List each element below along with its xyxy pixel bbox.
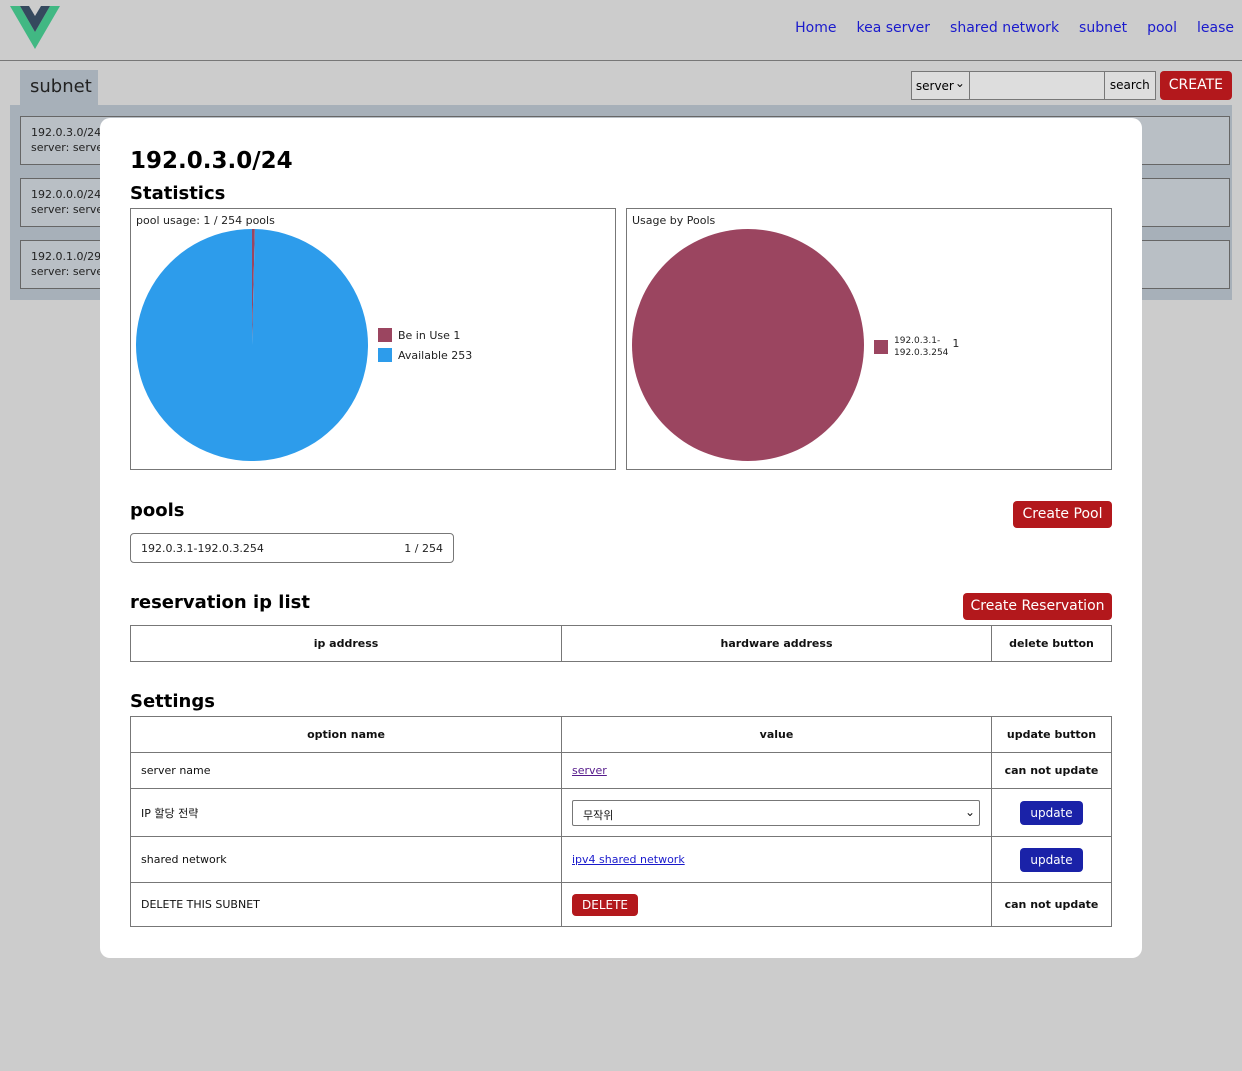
nav-pool[interactable]: pool (1147, 20, 1177, 36)
list-item-server: server: server (31, 203, 108, 216)
nav-subnet[interactable]: subnet (1079, 20, 1127, 36)
search-input[interactable] (969, 71, 1105, 100)
pool-range: 192.0.3.1-192.0.3.254 (141, 542, 264, 555)
reservation-heading: reservation ip list (130, 592, 310, 613)
pie-slice-192-0-3-1-192-0-3-254 (632, 229, 864, 461)
legend-swatch (378, 328, 392, 342)
legend-label: Available (398, 348, 448, 362)
list-item-subnet: 192.0.0.0/24 (31, 188, 102, 201)
legend-item: 192.0.3.1- 192.0.3.254 1 (874, 335, 959, 359)
legend-label-line: 192.0.3.1- (894, 336, 941, 346)
list-item-server: server: server (31, 265, 108, 278)
ip-strategy-value: 무작위 (583, 808, 614, 822)
legend-value: 1 (453, 328, 461, 342)
chevron-down-icon: ⌄ (964, 804, 975, 819)
usage-by-pools-chart: Usage by Pools 192.0.3.1- 192.0.3.254 1 (626, 208, 1112, 470)
create-reservation-button[interactable]: Create Reservation (963, 593, 1112, 620)
nav-home[interactable]: Home (795, 20, 836, 36)
column-header: hardware address (561, 625, 992, 662)
pool-usage-chart: pool usage: 1 / 254 pools Be in Use 1 Av… (130, 208, 616, 470)
update-button[interactable]: update (1020, 847, 1083, 872)
column-header: option name (130, 716, 562, 753)
list-item-server: server: server (31, 141, 108, 154)
option-name: DELETE THIS SUBNET (130, 882, 562, 927)
main-nav: Home kea server shared network subnet po… (775, 20, 1234, 36)
update-status: can not update (991, 882, 1112, 927)
legend-value: 1 (952, 336, 960, 350)
create-pool-button[interactable]: Create Pool (1013, 501, 1112, 528)
legend-item: Available 253 (378, 348, 472, 362)
column-header: delete button (991, 625, 1112, 662)
nav-kea-server[interactable]: kea server (856, 20, 930, 36)
option-name: shared network (130, 836, 562, 883)
reservation-table: ip address hardware address delete butto… (130, 625, 1112, 662)
legend-label-line: 192.0.3.254 (894, 348, 949, 358)
server-select-value: server (915, 79, 954, 93)
column-header: ip address (130, 625, 562, 662)
chevron-down-icon: ⌄ (954, 76, 965, 90)
nav-lease[interactable]: lease (1197, 20, 1234, 36)
table-row: server name server can not update (130, 752, 1112, 789)
list-item-subnet: 192.0.3.0/24 (31, 126, 102, 139)
legend-value: 253 (451, 348, 473, 362)
usage-by-pools-pie (632, 229, 864, 461)
legend-label: 192.0.3.1- 192.0.3.254 (894, 335, 948, 359)
create-button[interactable]: CREATE (1159, 71, 1232, 100)
subnet-detail-modal: 192.0.3.0/24 Statistics pool usage: 1 / … (100, 118, 1142, 958)
top-header: Home kea server shared network subnet po… (0, 0, 1242, 61)
pool-usage: 1 / 254 (404, 542, 443, 555)
settings-heading: Settings (130, 691, 215, 712)
update-status: can not update (991, 752, 1112, 789)
table-row: shared network ipv4 shared network updat… (130, 836, 1112, 883)
legend-label: Be in Use (398, 328, 450, 342)
list-item-subnet: 192.0.1.0/29 (31, 250, 102, 263)
delete-subnet-button[interactable]: DELETE (572, 893, 639, 916)
tab-subnet-label: subnet (30, 76, 92, 97)
column-header: update button (991, 716, 1112, 753)
tab-subnet[interactable]: subnet (20, 70, 98, 105)
legend-swatch (378, 348, 392, 362)
legend-swatch (874, 340, 888, 354)
legend-item: Be in Use 1 (378, 328, 460, 342)
update-button[interactable]: update (1020, 800, 1083, 825)
pie-slice-available (135, 229, 368, 461)
table-row: DELETE THIS SUBNET DELETE can not update (130, 882, 1112, 927)
shared-network-link[interactable]: ipv4 shared network (572, 853, 685, 866)
statistics-heading: Statistics (130, 183, 226, 204)
vue-logo-icon[interactable] (10, 6, 60, 49)
option-name: IP 할당 전략 (130, 788, 562, 837)
server-link[interactable]: server (572, 764, 607, 777)
table-row: IP 할당 전략 무작위 ⌄ update (130, 788, 1112, 837)
settings-table: option name value update button server n… (130, 716, 1112, 927)
server-select[interactable]: server ⌄ (910, 71, 970, 100)
modal-title: 192.0.3.0/24 (130, 148, 293, 174)
option-name: server name (130, 752, 562, 789)
ip-strategy-select[interactable]: 무작위 ⌄ (572, 799, 980, 826)
search-bar: server ⌄ search CREATE (910, 71, 1232, 100)
pool-item[interactable]: 192.0.3.1-192.0.3.254 1 / 254 (130, 533, 454, 563)
pool-usage-pie (135, 229, 368, 461)
pools-heading: pools (130, 500, 185, 521)
search-button[interactable]: search (1104, 71, 1156, 100)
nav-shared-network[interactable]: shared network (950, 20, 1059, 36)
column-header: value (561, 716, 992, 753)
